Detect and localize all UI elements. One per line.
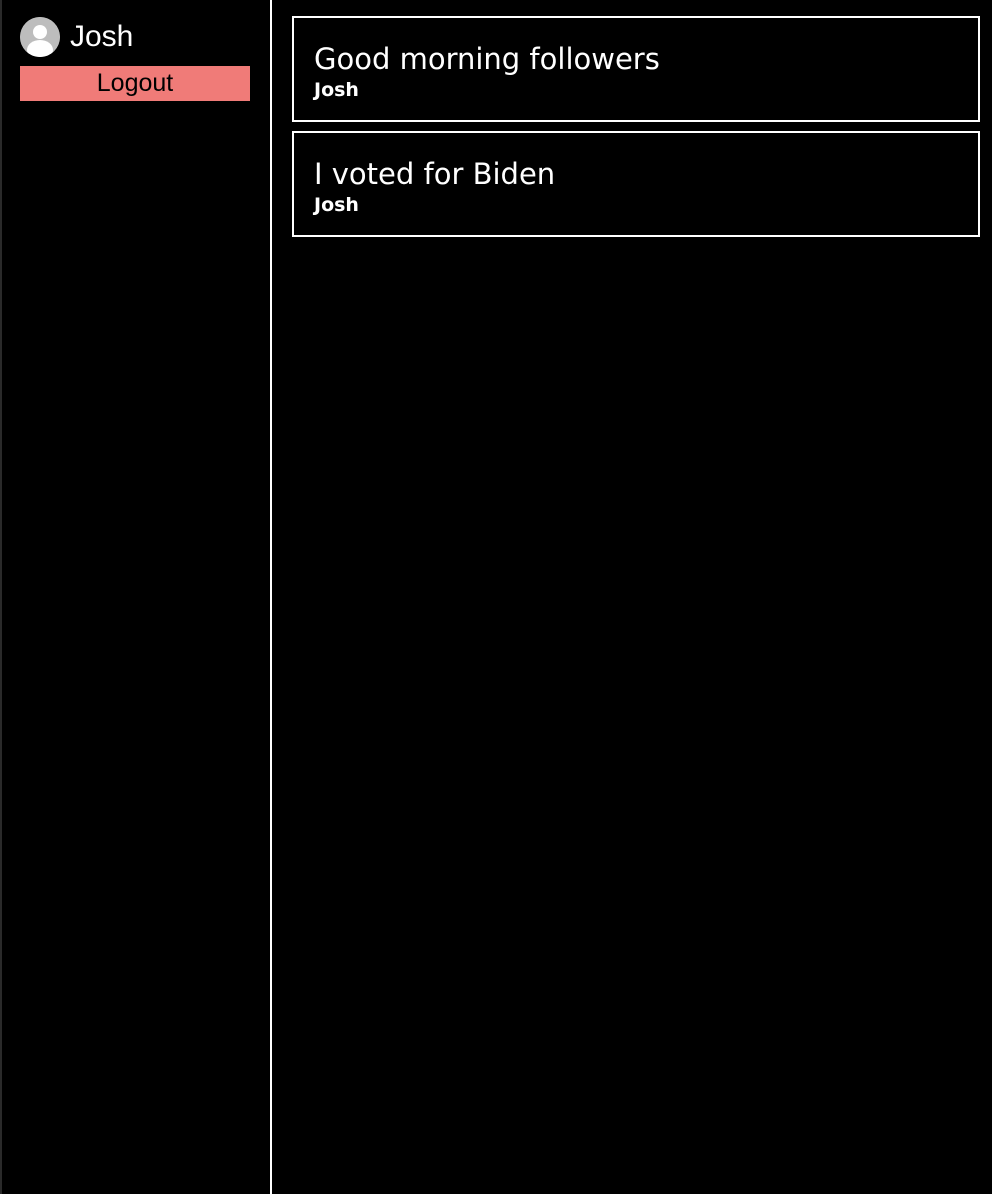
logout-button[interactable]: Logout [20,66,250,101]
post-text: I voted for Biden [314,157,556,191]
post-feed: Good morning followers Josh I voted for … [272,0,992,1194]
post-author: Josh [314,79,359,101]
sidebar: Josh Logout [2,0,272,1194]
user-profile: Josh [20,16,133,58]
user-avatar-icon [20,17,60,57]
post-author: Josh [314,194,359,216]
username-label: Josh [70,20,134,53]
post-text: Good morning followers [314,42,660,76]
post-card[interactable]: Good morning followers Josh [292,16,980,122]
app-window: Josh Logout Good morning followers Josh … [0,0,992,1194]
post-card[interactable]: I voted for Biden Josh [292,131,980,237]
